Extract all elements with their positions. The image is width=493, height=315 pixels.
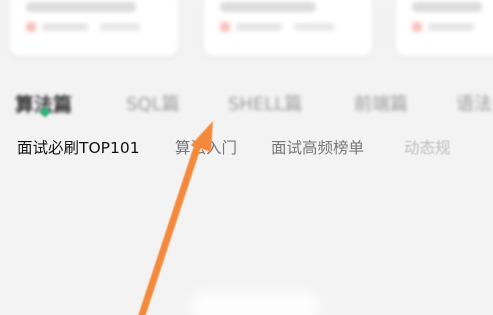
tab-syntax[interactable]: 语法 — [456, 90, 492, 116]
card-tag-icon — [220, 22, 230, 32]
card-tag-icon — [26, 22, 36, 32]
category-tab-bar: 算法篇 SQL篇 SHELL篇 前端篇 语法 — [0, 84, 493, 124]
card-meta-placeholder — [294, 23, 334, 31]
card-meta-placeholder — [100, 23, 140, 31]
tab-sql[interactable]: SQL篇 — [126, 90, 180, 116]
subtab-interview-ranking[interactable]: 面试高频榜单 — [271, 136, 364, 158]
tab-shell[interactable]: SHELL篇 — [228, 90, 302, 116]
card-title-placeholder — [220, 2, 316, 12]
bottom-fade — [190, 292, 320, 315]
card-meta-placeholder — [428, 23, 474, 31]
card-meta-placeholder — [42, 23, 88, 31]
card-title-placeholder — [26, 2, 136, 12]
top-card-row — [0, 0, 493, 62]
subtab-top101[interactable]: 面试必刷TOP101 — [17, 136, 140, 158]
top-card[interactable] — [10, 0, 178, 56]
card-tag-icon — [412, 22, 422, 32]
card-title-placeholder — [412, 2, 482, 12]
screen: 算法篇 SQL篇 SHELL篇 前端篇 语法 面试必刷TOP101 算法入门 面… — [0, 0, 493, 315]
subtab-algorithm-intro[interactable]: 算法入门 — [175, 136, 237, 158]
tab-frontend[interactable]: 前端篇 — [354, 90, 408, 116]
subtab-dynamic-programming[interactable]: 动态规 — [404, 136, 451, 158]
top-card[interactable] — [204, 0, 372, 56]
sub-tab-bar: 面试必刷TOP101 算法入门 面试高频榜单 动态规 — [0, 134, 493, 162]
top-card[interactable] — [396, 0, 493, 56]
card-meta-placeholder — [236, 23, 282, 31]
